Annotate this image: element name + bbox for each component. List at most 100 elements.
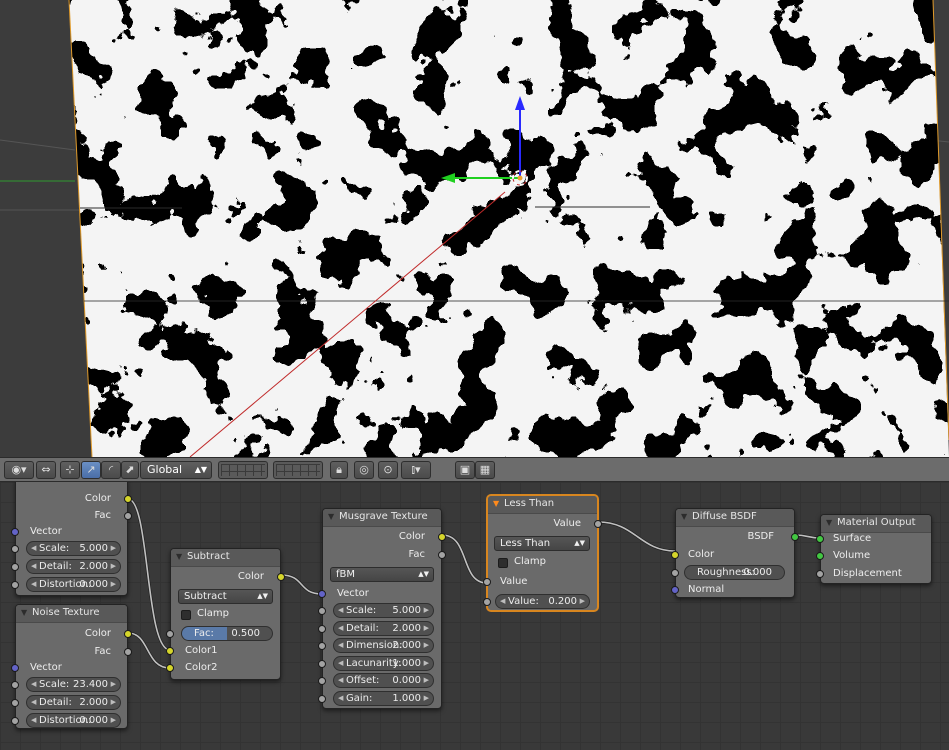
node-header[interactable]: ▼ Subtract	[171, 549, 280, 567]
snap-element-button[interactable]: ⫾▾	[401, 461, 431, 479]
input-lacunarity-socket[interactable]	[318, 660, 326, 668]
input-distortion-socket[interactable]	[11, 717, 19, 725]
detail-field[interactable]: ◀ Detail: 2.000 ▶	[333, 621, 434, 636]
input-distortion-socket[interactable]	[11, 581, 19, 589]
input-displacement-socket[interactable]	[816, 570, 824, 578]
noise-texture-node-1[interactable]: Color Fac Vector ◀ Scale: 5.000 ▶ ◀ Deta…	[11, 482, 132, 596]
output-color-socket[interactable]	[124, 495, 132, 503]
input-gain-socket[interactable]	[318, 695, 326, 703]
output-value-socket[interactable]	[594, 520, 602, 528]
scale-field[interactable]: ◀ Scale: 5.000 ▶	[333, 603, 434, 618]
input-scale-socket[interactable]	[318, 607, 326, 615]
collapse-icon[interactable]: ▼	[493, 499, 499, 508]
input-surface-socket[interactable]	[816, 535, 824, 543]
math-operation-select[interactable]: Less Than ▲▼	[494, 536, 590, 551]
collapse-icon[interactable]: ▼	[176, 552, 182, 561]
input-color1-socket[interactable]	[166, 647, 174, 655]
roughness-field[interactable]: Roughness: 0.000	[684, 565, 785, 580]
translate-button[interactable]: ↗	[81, 461, 101, 479]
distortion-field[interactable]: ◀ Distortion: 0.000 ▶	[26, 577, 121, 592]
musgrave-texture-node[interactable]: ▼ Musgrave Texture Color Fac fBM ▲▼ Vect…	[318, 508, 446, 709]
input-vector-socket[interactable]	[11, 528, 19, 536]
distortion-field[interactable]: ◀ Distortion: 0.000 ▶	[26, 713, 121, 728]
input-detail-socket[interactable]	[11, 563, 19, 571]
pivot-button[interactable]: ⇔	[36, 461, 56, 479]
value-field[interactable]: ◀ Value: 0.200 ▶	[495, 594, 590, 609]
proportional-edit-button[interactable]: ◎	[354, 461, 374, 479]
input-offset-socket[interactable]	[318, 677, 326, 685]
lacunarity-field[interactable]: ◀ Lacunarity: 1.000 ▶	[333, 656, 434, 671]
input-volume-socket[interactable]	[816, 552, 824, 560]
node-header[interactable]: ▼ Material Output	[821, 515, 931, 533]
output-color-socket[interactable]	[277, 573, 285, 581]
node-header[interactable]: ▼ Musgrave Texture	[323, 509, 441, 527]
viewport-shading-button[interactable]: ◉▾	[4, 461, 34, 479]
layer-buttons-2[interactable]	[273, 461, 323, 479]
input-color2-socket[interactable]	[166, 664, 174, 672]
output-color-socket[interactable]	[438, 533, 446, 541]
blend-mode-select[interactable]: Subtract ▲▼	[178, 589, 273, 604]
detail-field[interactable]: ◀ Detail: 2.000 ▶	[26, 559, 121, 574]
blend-mode-value: Subtract	[184, 591, 227, 602]
clamp-checkbox[interactable]	[181, 610, 191, 620]
input-vector-socket[interactable]	[11, 664, 19, 672]
node-header[interactable]: ▼ Less Than	[488, 496, 597, 514]
collapse-icon[interactable]: ▼	[21, 608, 27, 617]
input-color-socket[interactable]	[671, 551, 679, 559]
output-fac-socket[interactable]	[438, 551, 446, 559]
output-bsdf-socket[interactable]	[791, 533, 799, 541]
input-detail-socket[interactable]	[11, 699, 19, 707]
noise-texture-node-2[interactable]: ▼ Noise Texture Color Fac Vector ◀ Scale…	[11, 604, 132, 729]
musgrave-type-select[interactable]: fBM ▲▼	[330, 567, 434, 582]
dimension-field[interactable]: ◀ Dimension: 2.000 ▶	[333, 638, 434, 653]
manipulator-toggle-button[interactable]: ⊹	[60, 461, 80, 479]
decrement-arrow-icon: ◀	[338, 624, 344, 632]
collapse-icon[interactable]: ▼	[681, 512, 687, 521]
node-links	[127, 497, 821, 670]
input-detail-socket[interactable]	[318, 625, 326, 633]
material-output-node[interactable]: ▼ Material Output Surface Volume Displac…	[816, 514, 932, 584]
input-roughness-socket[interactable]	[671, 569, 679, 577]
node-header[interactable]: ▼ Diffuse BSDF	[676, 509, 794, 527]
input-value-socket-2[interactable]	[483, 598, 491, 606]
input-value-socket-1[interactable]	[483, 578, 491, 586]
increment-arrow-icon: ▶	[579, 597, 585, 605]
subtract-node[interactable]: ▼ Subtract Color Subtract ▲▼ Clamp Fac: …	[166, 548, 285, 680]
output-color-socket[interactable]	[124, 630, 132, 638]
diffuse-bsdf-node[interactable]: ▼ Diffuse BSDF BSDF Color Roughness: 0.0…	[671, 508, 799, 598]
orientation-select[interactable]: Global ▲▼	[140, 461, 212, 479]
input-dimension-socket[interactable]	[318, 642, 326, 650]
output-fac-socket[interactable]	[124, 512, 132, 520]
anim-render-button[interactable]: ▦	[475, 461, 495, 479]
snap-toggle-button[interactable]: ⊙	[378, 461, 398, 479]
scale-button[interactable]: ⬈	[121, 461, 139, 479]
input-scale-socket[interactable]	[11, 545, 19, 553]
scale-field[interactable]: ◀ Scale: 23.400 ▶	[26, 677, 121, 692]
pivot-icon: ⇔	[41, 463, 51, 476]
input-scale-socket[interactable]	[11, 681, 19, 689]
node-editor[interactable]: Color Fac Vector ◀ Scale: 5.000 ▶ ◀ Deta…	[0, 482, 949, 750]
layer-buttons-1[interactable]	[218, 461, 268, 479]
less-than-node[interactable]: ▼ Less Than Value Less Than ▲▼ Clamp Val…	[483, 495, 602, 611]
node-header[interactable]: ▼ Noise Texture	[16, 605, 127, 623]
output-fac-socket[interactable]	[124, 648, 132, 656]
lock-button[interactable]: 🔒︎	[330, 461, 348, 479]
decrement-arrow-icon: ◀	[338, 641, 344, 649]
scale-value: 23.400	[73, 679, 108, 690]
gain-field[interactable]: ◀ Gain: 1.000 ▶	[333, 691, 434, 706]
scale-field[interactable]: ◀ Scale: 5.000 ▶	[26, 541, 121, 556]
input-normal-socket[interactable]	[671, 586, 679, 594]
link-noise2-subtract	[127, 631, 171, 670]
increment-arrow-icon: ▶	[110, 698, 116, 706]
3d-viewport[interactable]	[0, 0, 949, 457]
clamp-checkbox[interactable]	[498, 558, 508, 568]
offset-field[interactable]: ◀ Offset: 0.000 ▶	[333, 673, 434, 688]
input-fac-socket[interactable]	[166, 630, 174, 638]
fac-slider[interactable]: Fac: 0.500	[181, 626, 273, 641]
render-button[interactable]: ▣	[455, 461, 475, 479]
collapse-icon[interactable]: ▼	[328, 512, 334, 521]
rotate-button[interactable]: ◜	[101, 461, 121, 479]
detail-field[interactable]: ◀ Detail: 2.000 ▶	[26, 695, 121, 710]
input-vector-socket[interactable]	[318, 590, 326, 598]
collapse-icon[interactable]: ▼	[826, 518, 832, 527]
